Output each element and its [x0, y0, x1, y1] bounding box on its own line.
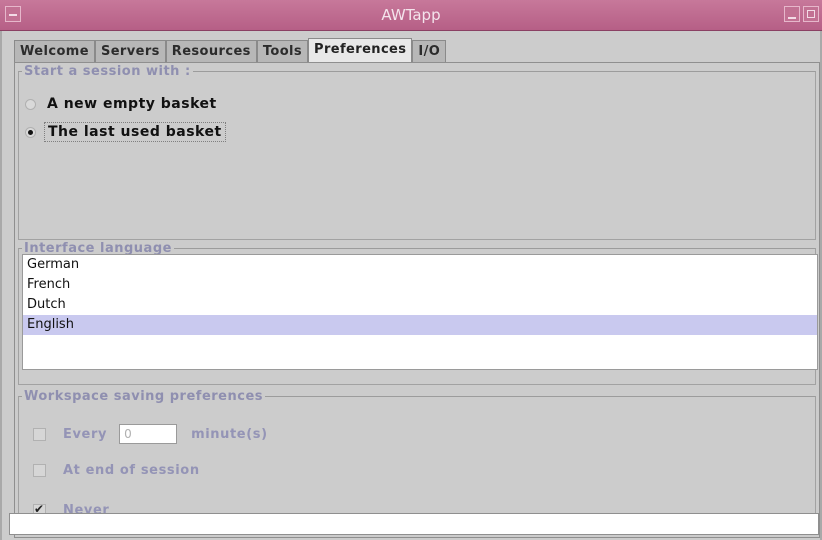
end-session-row: At end of session [33, 463, 200, 478]
every-label: Every [63, 426, 108, 442]
window-title: AWTapp [381, 6, 441, 24]
session-group: Start a session with : A new empty baske… [18, 64, 816, 240]
app-window: Welcome Servers Resources Tools Preferen… [0, 31, 822, 540]
tab-io[interactable]: I/O [412, 40, 447, 62]
language-option-french[interactable]: French [23, 275, 817, 295]
status-bar [9, 513, 819, 535]
language-list[interactable]: German French Dutch English [22, 254, 818, 370]
language-option-dutch[interactable]: Dutch [23, 295, 817, 315]
radio-last-basket-label: The last used basket [44, 122, 226, 142]
tab-bar: Welcome Servers Resources Tools Preferen… [14, 38, 447, 62]
tab-resources[interactable]: Resources [165, 40, 257, 62]
session-group-legend: Start a session with : [24, 64, 191, 79]
end-session-checkbox[interactable] [33, 464, 46, 477]
minutes-label: minute(s) [191, 426, 268, 442]
radio-new-basket-indicator[interactable] [25, 98, 36, 110]
language-option-english[interactable]: English [23, 315, 817, 335]
title-bar: AWTapp [0, 0, 822, 31]
workspace-group-legend: Workspace saving preferences [24, 389, 264, 404]
radio-last-basket[interactable]: The last used basket [25, 122, 226, 142]
minutes-input[interactable] [119, 424, 178, 444]
minimize-icon[interactable] [784, 6, 800, 22]
radio-new-basket-label: A new empty basket [47, 96, 217, 112]
tab-welcome[interactable]: Welcome [14, 40, 95, 62]
end-session-label: At end of session [63, 463, 200, 478]
tab-preferences[interactable]: Preferences [308, 38, 413, 62]
tab-tools[interactable]: Tools [256, 40, 309, 62]
preferences-panel: Start a session with : A new empty baske… [14, 62, 820, 538]
language-option-german[interactable]: German [23, 255, 817, 275]
tab-servers[interactable]: Servers [94, 40, 166, 62]
every-checkbox[interactable] [33, 427, 46, 441]
language-group: Interface language German French Dutch E… [18, 241, 818, 385]
maximize-icon[interactable] [803, 6, 819, 22]
radio-last-basket-indicator[interactable] [25, 126, 36, 138]
every-row: Every minute(s) [33, 424, 268, 444]
radio-new-basket[interactable]: A new empty basket [25, 95, 220, 113]
